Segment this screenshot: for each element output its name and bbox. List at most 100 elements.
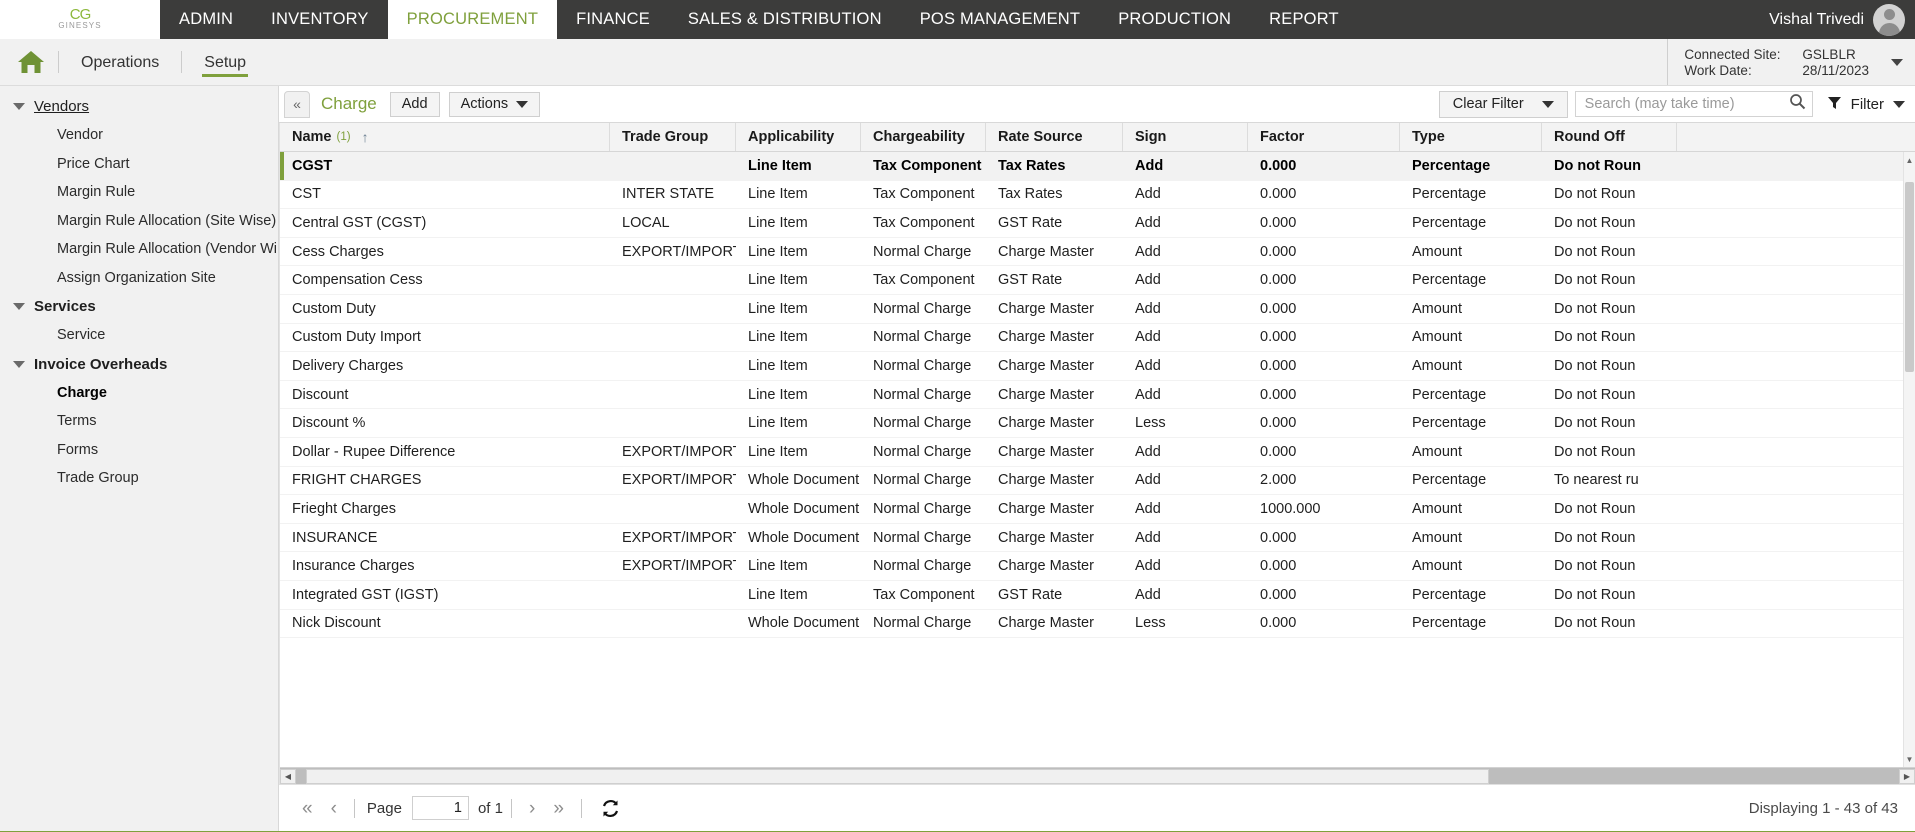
horizontal-scrollbar[interactable]: ◀ ▶ (280, 767, 1915, 784)
nav-item-pos-management[interactable]: POS MANAGEMENT (901, 0, 1100, 39)
grid-column-header-sign[interactable]: Sign (1123, 123, 1248, 151)
table-cell-sign: Add (1135, 529, 1161, 546)
nav-item-report[interactable]: REPORT (1250, 0, 1358, 39)
table-row[interactable]: Insurance Charges EXPORT/IMPORT Line Item N… (280, 552, 1915, 581)
grid-column-header-applicability[interactable]: Applicability (736, 123, 861, 151)
grid-column-header-type[interactable]: Type (1400, 123, 1542, 151)
table-row[interactable]: Discount Line Item Normal Charge Charge Mas… (280, 381, 1915, 410)
user-area[interactable]: Vishal Trivedi (1769, 0, 1915, 39)
sidebar-item-price-chart[interactable]: Price Chart (0, 150, 278, 179)
table-row[interactable]: CST INTER STATE Line Item Tax Component Tax … (280, 181, 1915, 210)
sidebar-group-label: Invoice Overheads (34, 355, 168, 373)
app-logo[interactable]: CG GINESYS (0, 0, 160, 39)
horizontal-scrollbar-thumb[interactable] (306, 768, 1489, 784)
clear-filter-button[interactable]: Clear Filter (1438, 90, 1568, 118)
nav-item-admin[interactable]: ADMIN (160, 0, 252, 39)
grid-column-header-factor[interactable]: Factor (1248, 123, 1400, 151)
sub-tab-operations[interactable]: Operations (59, 39, 181, 86)
grid-column-header-chargeability[interactable]: Chargeability (861, 123, 986, 151)
page-number-input[interactable] (411, 796, 469, 820)
sidebar-item-terms[interactable]: Terms (0, 407, 278, 436)
table-row[interactable]: Central GST (CGST) LOCAL Line Item Tax Comp… (280, 209, 1915, 238)
next-page-button[interactable]: › (520, 799, 544, 818)
grid-column-header-name[interactable]: Name (1) ↑ (280, 123, 610, 151)
table-cell-factor: 0.000 (1260, 558, 1297, 575)
table-cell-chargeability: Normal Charge (873, 472, 972, 489)
nav-item-production[interactable]: PRODUCTION (1099, 0, 1250, 39)
table-row[interactable]: CGST Line Item Tax Component Tax Rates Add 0.… (280, 152, 1915, 181)
sidebar-item-margin-rule[interactable]: Margin Rule (0, 178, 278, 207)
grid-column-header-label: Name (292, 129, 332, 145)
scroll-down-icon[interactable]: ▼ (1904, 753, 1915, 765)
table-row[interactable]: Custom Duty Line Item Normal Charge Charge … (280, 295, 1915, 324)
horizontal-scrollbar-track[interactable] (296, 768, 1899, 784)
chevron-down-icon (13, 303, 25, 310)
table-cell-factor: 0.000 (1260, 243, 1297, 260)
actions-button-label: Actions (460, 96, 509, 112)
scroll-left-button[interactable]: ◀ (280, 768, 296, 784)
site-info-panel[interactable]: Connected Site: GSLBLR Work Date: 28/11/… (1667, 39, 1915, 85)
nav-item-inventory[interactable]: INVENTORY (252, 0, 387, 39)
grid-column-header-round-off[interactable]: Round Off (1542, 123, 1677, 151)
add-button[interactable]: Add (389, 91, 440, 117)
table-row[interactable]: Delivery Charges Line Item Normal Charge Ch… (280, 352, 1915, 381)
chevron-down-icon[interactable] (1891, 58, 1903, 66)
sidebar-item-margin-rule-allocation-site-wise[interactable]: Margin Rule Allocation (Site Wise) (0, 207, 278, 236)
nav-item-procurement[interactable]: PROCUREMENT (387, 0, 558, 39)
first-page-button[interactable]: « (293, 799, 322, 818)
table-row[interactable]: Nick Discount Whole Document Normal Charge… (280, 610, 1915, 639)
sub-tab-setup[interactable]: Setup (182, 39, 268, 86)
scroll-up-icon[interactable]: ▲ (1904, 154, 1915, 166)
collapse-sidebar-button[interactable]: « (284, 90, 310, 118)
table-cell-name: Integrated GST (IGST) (292, 586, 439, 603)
vertical-scrollbar-thumb[interactable] (1905, 182, 1914, 372)
table-cell-factor: 0.000 (1260, 529, 1297, 546)
table-row[interactable]: INSURANCE EXPORT/IMPORT Whole Document Norm… (280, 524, 1915, 553)
sidebar-item-trade-group[interactable]: Trade Group (0, 464, 278, 493)
table-cell-sign: Add (1135, 443, 1161, 460)
sidebar-group-vendors[interactable]: Vendors (0, 92, 278, 121)
table-cell-round-off: Do not Roun (1554, 558, 1636, 575)
sidebar-group-invoice-overheads[interactable]: Invoice Overheads (0, 350, 278, 379)
search-box[interactable] (1574, 91, 1813, 117)
sidebar-item-forms[interactable]: Forms (0, 436, 278, 465)
table-cell-rate-source: Charge Master (998, 329, 1094, 346)
sidebar-item-service[interactable]: Service (0, 321, 278, 350)
search-icon[interactable] (1789, 93, 1806, 115)
table-row[interactable]: Integrated GST (IGST) Line Item Tax Compon… (280, 581, 1915, 610)
table-row[interactable]: Dollar - Rupee Difference EXPORT/IMPORT Li… (280, 438, 1915, 467)
chevron-down-icon (13, 360, 25, 368)
grid-column-header-label: Applicability (748, 129, 835, 145)
last-page-button[interactable]: » (544, 799, 573, 818)
table-row[interactable]: Discount % Line Item Normal Charge Charge M… (280, 409, 1915, 438)
table-row[interactable]: Custom Duty Import Line Item Normal Charge… (280, 324, 1915, 353)
prev-page-button[interactable]: ‹ (322, 799, 346, 818)
sidebar-item-margin-rule-allocation-vendor-wi[interactable]: Margin Rule Allocation (Vendor Wi... (0, 235, 278, 264)
table-row[interactable]: FRIGHT CHARGES EXPORT/IMPORT Whole Documen… (280, 467, 1915, 496)
nav-item-sales-distribution[interactable]: SALES & DISTRIBUTION (669, 0, 901, 39)
sidebar-item-vendor[interactable]: Vendor (0, 121, 278, 150)
sidebar-group-services[interactable]: Services (0, 292, 278, 321)
nav-item-finance[interactable]: FINANCE (557, 0, 669, 39)
table-cell-rate-source: Charge Master (998, 415, 1094, 432)
actions-button[interactable]: Actions (448, 91, 541, 117)
filter-button[interactable]: Filter (1827, 95, 1905, 114)
table-row[interactable]: Frieght Charges Whole Document Normal Char… (280, 495, 1915, 524)
table-cell-round-off: Do not Roun (1554, 443, 1636, 460)
grid-column-header-label: Factor (1260, 129, 1305, 145)
sidebar-item-charge[interactable]: Charge (0, 379, 278, 408)
avatar[interactable] (1873, 3, 1905, 36)
grid-column-header-trade-group[interactable]: Trade Group (610, 123, 736, 151)
table-row[interactable]: Compensation Cess Line Item Tax Component G… (280, 266, 1915, 295)
grid-column-header-rate-source[interactable]: Rate Source (986, 123, 1123, 151)
table-cell-sign: Add (1135, 558, 1161, 575)
sidebar-item-assign-organization-site[interactable]: Assign Organization Site (0, 264, 278, 293)
table-row[interactable]: Cess Charges EXPORT/IMPORT Line Item Normal… (280, 238, 1915, 267)
vertical-scrollbar[interactable]: ▲ ▼ (1903, 152, 1915, 767)
scroll-right-button[interactable]: ▶ (1899, 768, 1915, 784)
secondary-bar: Operations Setup Connected Site: GSLBLR W… (0, 39, 1915, 86)
home-icon[interactable] (16, 48, 46, 76)
grid-column-header-label: Rate Source (998, 129, 1083, 145)
refresh-icon[interactable] (600, 798, 621, 819)
search-input[interactable] (1584, 96, 1789, 112)
